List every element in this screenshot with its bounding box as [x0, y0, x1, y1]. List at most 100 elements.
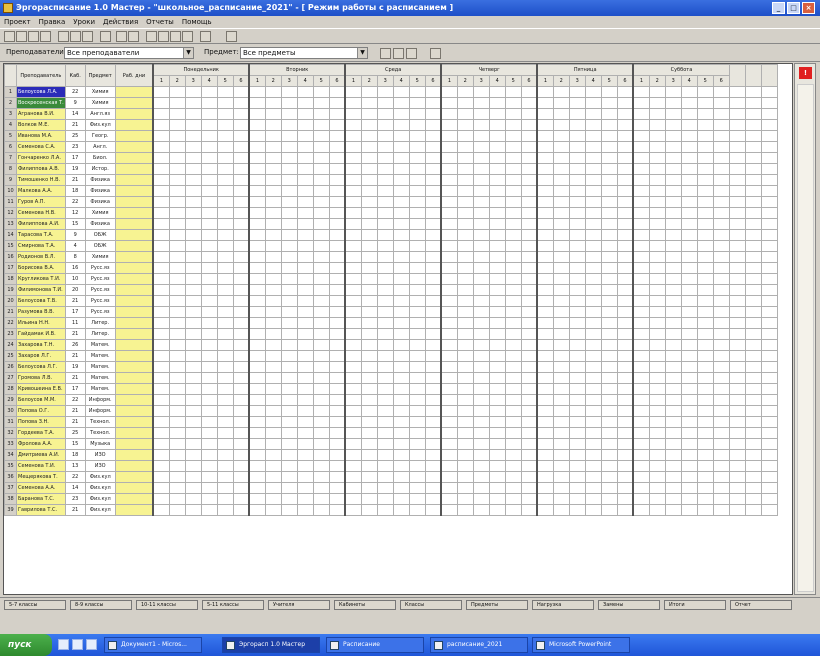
lesson-cell[interactable] — [344, 416, 362, 428]
workdays-cell[interactable] — [114, 493, 154, 505]
lesson-cell[interactable] — [536, 229, 554, 241]
lesson-cell[interactable] — [600, 482, 618, 494]
lesson-cell[interactable] — [264, 504, 282, 516]
sheet-tab[interactable]: 10-11 классы — [136, 600, 198, 610]
lesson-cell[interactable] — [312, 394, 330, 406]
lesson-cell[interactable] — [216, 97, 234, 109]
lesson-cell[interactable] — [568, 130, 586, 142]
lesson-cell[interactable] — [168, 86, 186, 98]
lesson-cell[interactable] — [616, 306, 634, 318]
lesson-cell[interactable] — [392, 108, 410, 120]
teacher-name[interactable]: Белоусова Л.Г. — [16, 361, 66, 373]
menu-item-0[interactable]: Проект — [0, 18, 35, 26]
lesson-cell[interactable] — [536, 207, 554, 219]
lesson-cell[interactable] — [440, 174, 458, 186]
sheet-tab[interactable]: 5-11 классы — [202, 600, 264, 610]
lesson-cell[interactable] — [552, 416, 570, 428]
lesson-cell[interactable] — [168, 273, 186, 285]
teacher-subj[interactable]: ИЗО — [84, 449, 116, 461]
lesson-cell[interactable] — [408, 493, 426, 505]
table-row[interactable]: 26 Белоусова Л.Г. 19 Матем. — [4, 361, 778, 373]
lesson-cell[interactable] — [680, 416, 698, 428]
lesson-cell[interactable] — [632, 240, 650, 252]
lesson-cell[interactable] — [344, 251, 362, 263]
teacher-room[interactable]: 26 — [64, 339, 86, 351]
lesson-cell[interactable] — [152, 273, 170, 285]
lesson-cell[interactable] — [680, 196, 698, 208]
workdays-cell[interactable] — [114, 449, 154, 461]
lesson-cell[interactable] — [280, 185, 298, 197]
lesson-cell[interactable] — [280, 383, 298, 395]
lesson-cell[interactable] — [392, 119, 410, 131]
lesson-cell[interactable] — [344, 196, 362, 208]
workdays-cell[interactable] — [114, 108, 154, 120]
table-row[interactable]: 37 Семенова А.А. 14 Физ.кул — [4, 482, 778, 494]
lesson-cell[interactable] — [616, 416, 634, 428]
lesson-cell[interactable] — [696, 394, 714, 406]
lesson-cell[interactable] — [296, 482, 314, 494]
lesson-cell[interactable] — [216, 482, 234, 494]
lesson-cell[interactable] — [616, 328, 634, 340]
lesson-cell[interactable] — [200, 251, 218, 263]
lesson-cell[interactable] — [568, 108, 586, 120]
lesson-cell[interactable] — [584, 339, 602, 351]
lesson-cell[interactable] — [616, 163, 634, 175]
lesson-cell[interactable] — [664, 273, 682, 285]
lesson-cell[interactable] — [696, 328, 714, 340]
lesson-cell[interactable] — [712, 251, 730, 263]
lesson-cell[interactable] — [264, 273, 282, 285]
lesson-cell[interactable] — [472, 97, 490, 109]
lesson-cell[interactable] — [616, 317, 634, 329]
teacher-room[interactable]: 21 — [64, 405, 86, 417]
lesson-cell[interactable] — [296, 86, 314, 98]
lesson-cell[interactable] — [600, 108, 618, 120]
lesson-cell[interactable] — [472, 295, 490, 307]
teacher-room[interactable]: 4 — [64, 240, 86, 252]
lesson-cell[interactable] — [552, 196, 570, 208]
lesson-cell[interactable] — [648, 174, 666, 186]
lesson-cell[interactable] — [216, 229, 234, 241]
lesson-cell[interactable] — [488, 86, 506, 98]
lesson-cell[interactable] — [312, 97, 330, 109]
lesson-cell[interactable] — [600, 218, 618, 230]
lesson-cell[interactable] — [344, 361, 362, 373]
lesson-cell[interactable] — [216, 449, 234, 461]
teacher-room[interactable]: 18 — [64, 185, 86, 197]
lesson-cell[interactable] — [664, 119, 682, 131]
lesson-cell[interactable] — [696, 339, 714, 351]
lesson-cell[interactable] — [584, 306, 602, 318]
lesson-cell[interactable] — [648, 130, 666, 142]
lesson-cell[interactable] — [664, 295, 682, 307]
lesson-cell[interactable] — [392, 350, 410, 362]
lesson-cell[interactable] — [696, 108, 714, 120]
lesson-cell[interactable] — [376, 119, 394, 131]
teacher-name[interactable]: Смирнова Т.А. — [16, 240, 66, 252]
table-row[interactable]: 17 Борисова В.А. 16 Русс.яз — [4, 262, 778, 274]
lesson-cell[interactable] — [616, 174, 634, 186]
lesson-cell[interactable] — [280, 86, 298, 98]
lesson-cell[interactable] — [696, 152, 714, 164]
sheet-tab[interactable]: 8-9 классы — [70, 600, 132, 610]
lesson-cell[interactable] — [280, 449, 298, 461]
lesson-cell[interactable] — [584, 383, 602, 395]
lesson-cell[interactable] — [152, 350, 170, 362]
lesson-cell[interactable] — [696, 185, 714, 197]
lesson-cell[interactable] — [200, 317, 218, 329]
lesson-cell[interactable] — [568, 482, 586, 494]
lesson-cell[interactable] — [296, 350, 314, 362]
lesson-cell[interactable] — [360, 185, 378, 197]
teacher-name[interactable]: Ильина Н.Н. — [16, 317, 66, 329]
lesson-cell[interactable] — [648, 108, 666, 120]
lesson-cell[interactable] — [200, 339, 218, 351]
sheet-tab[interactable]: 5-7 классы — [4, 600, 66, 610]
lesson-cell[interactable] — [600, 119, 618, 131]
lesson-cell[interactable] — [648, 163, 666, 175]
lesson-cell[interactable] — [536, 196, 554, 208]
lesson-cell[interactable] — [472, 152, 490, 164]
lesson-cell[interactable] — [392, 339, 410, 351]
teacher-subj[interactable]: Физ.кул — [84, 482, 116, 494]
lesson-cell[interactable] — [680, 460, 698, 472]
lesson-cell[interactable] — [536, 273, 554, 285]
lesson-cell[interactable] — [264, 86, 282, 98]
lesson-cell[interactable] — [232, 339, 250, 351]
